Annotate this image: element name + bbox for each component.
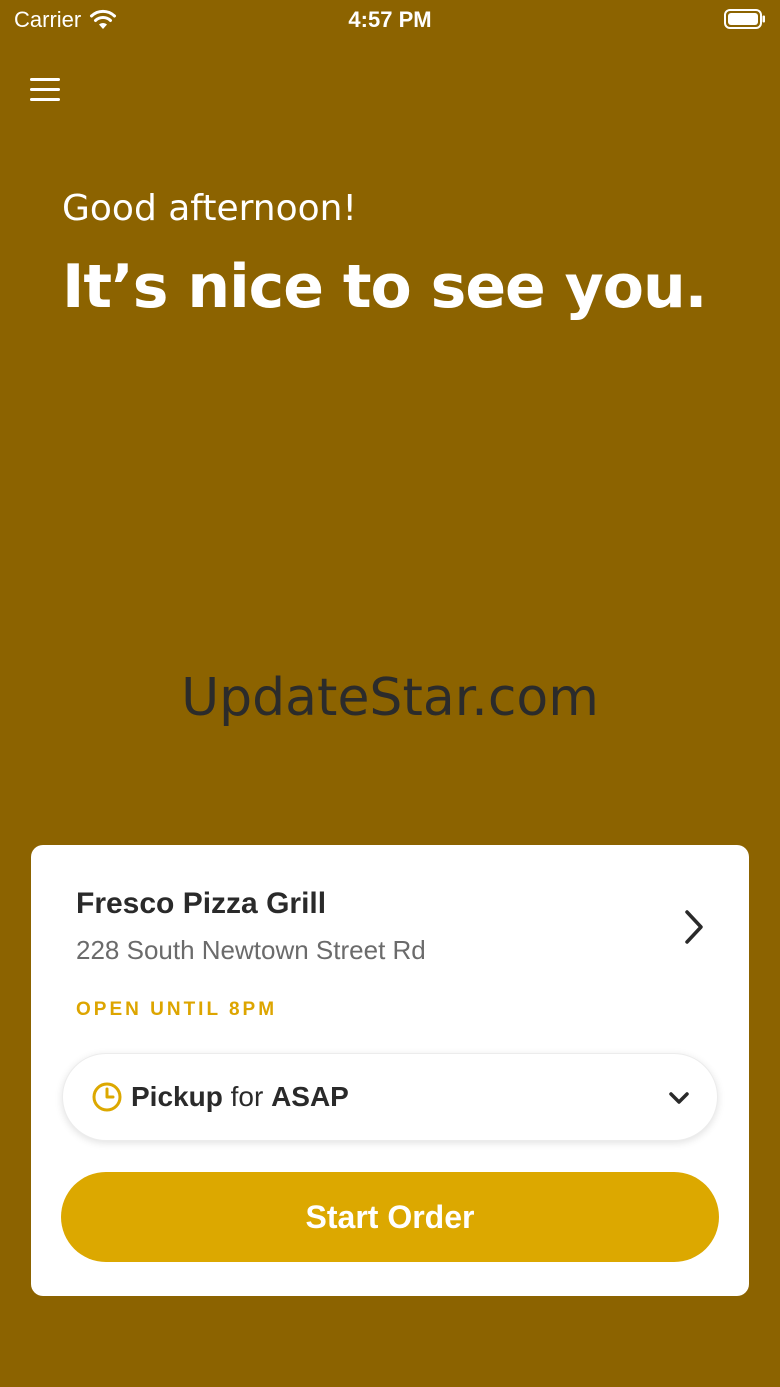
store-address[interactable]: 228 South Newtown Street Rd: [76, 935, 426, 966]
store-card: Fresco Pizza Grill 228 South Newtown Str…: [31, 845, 749, 1296]
open-status-badge: OPEN UNTIL 8PM: [76, 999, 278, 1020]
store-name[interactable]: Fresco Pizza Grill: [76, 887, 326, 921]
chevron-right-icon[interactable]: [679, 907, 709, 947]
welcome-headline: It’s nice to see you.: [62, 252, 707, 322]
pickup-time-selector[interactable]: Pickup for ASAP: [62, 1053, 718, 1141]
pickup-label: Pickup for ASAP: [131, 1081, 349, 1113]
status-time: 4:57 PM: [348, 7, 432, 32]
greeting-text: Good afternoon!: [62, 188, 357, 229]
watermark: UpdateStar.com: [181, 668, 599, 728]
status-bar: Carrier 4:57 PM: [0, 0, 780, 40]
pickup-connector: for: [230, 1081, 264, 1112]
pickup-mode: Pickup: [131, 1081, 223, 1112]
menu-button[interactable]: [26, 70, 64, 108]
chevron-down-icon: [669, 1092, 689, 1104]
pickup-time: ASAP: [271, 1081, 349, 1112]
battery-icon: [724, 9, 765, 29]
clock-icon: [92, 1082, 122, 1112]
hamburger-menu-icon: [30, 78, 60, 101]
start-order-button[interactable]: Start Order: [61, 1172, 719, 1262]
